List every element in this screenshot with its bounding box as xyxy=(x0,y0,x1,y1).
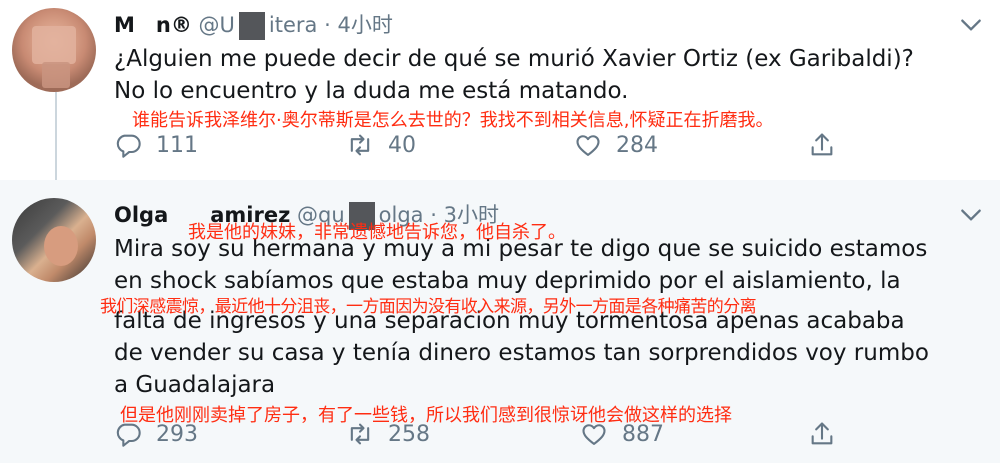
retweet-button[interactable]: 258 xyxy=(346,418,430,450)
like-count: 887 xyxy=(622,421,664,447)
like-icon xyxy=(580,420,608,448)
translation-overlay: 我是他的妹妹，非常遗憾地告诉您，他自杀了。 xyxy=(188,222,566,243)
reply-count: 111 xyxy=(156,132,198,158)
share-button[interactable] xyxy=(808,418,850,450)
tweet-text-line: ¿Alguien me puede decir de qué se murió … xyxy=(114,46,914,72)
share-icon xyxy=(808,131,836,159)
reply-button[interactable]: 293 xyxy=(114,418,198,450)
avatar-face xyxy=(44,226,78,266)
avatar[interactable] xyxy=(12,198,96,282)
retweet-icon xyxy=(346,131,374,159)
reply-icon xyxy=(114,420,142,448)
thread-connector-line xyxy=(55,92,57,188)
tweet-actions: 111 40 284 xyxy=(114,129,854,161)
tweet-text-line: a Guadalajara xyxy=(114,372,276,398)
chevron-down-icon[interactable] xyxy=(958,202,984,228)
tweet-actions: 293 258 887 xyxy=(114,418,854,450)
display-name[interactable]: M n® xyxy=(114,13,192,37)
timestamp[interactable]: 4小时 xyxy=(337,13,392,37)
like-count: 284 xyxy=(616,132,658,158)
retweet-icon xyxy=(346,420,374,448)
user-handle[interactable]: @U itera xyxy=(198,12,318,40)
like-icon xyxy=(574,131,602,159)
reply-count: 293 xyxy=(156,421,198,447)
share-icon xyxy=(808,420,836,448)
tweet-card[interactable]: M n® @U itera · 4小时 ¿Alguien me puede dec… xyxy=(0,0,1000,188)
avatar[interactable] xyxy=(12,8,96,92)
retweet-count: 258 xyxy=(388,421,430,447)
tweet-text-line: No lo encuentro y la duda me está matand… xyxy=(114,78,629,104)
share-button[interactable] xyxy=(808,129,850,161)
chevron-down-icon[interactable] xyxy=(958,12,984,38)
retweet-count: 40 xyxy=(388,132,416,158)
redaction-block xyxy=(238,12,265,40)
tweet-text-line: de vender su casa y tenía dinero estamos… xyxy=(114,340,929,366)
reply-button[interactable]: 111 xyxy=(114,129,198,161)
retweet-button[interactable]: 40 xyxy=(346,129,416,161)
reply-icon xyxy=(114,131,142,159)
avatar-pixelation xyxy=(32,26,76,64)
like-button[interactable]: 284 xyxy=(574,129,658,161)
like-button[interactable]: 887 xyxy=(580,418,664,450)
translation-overlay: 我们深感震惊，最近他十分沮丧，一方面因为没有收入来源，另外一方面是各种痛苦的分离 xyxy=(100,297,757,317)
handle-start: @U xyxy=(198,13,235,37)
separator-dot: · xyxy=(324,13,331,37)
tweet-header: M n® @U itera · 4小时 xyxy=(114,10,393,40)
avatar-pixelation xyxy=(42,62,70,88)
handle-end: itera xyxy=(268,13,318,37)
